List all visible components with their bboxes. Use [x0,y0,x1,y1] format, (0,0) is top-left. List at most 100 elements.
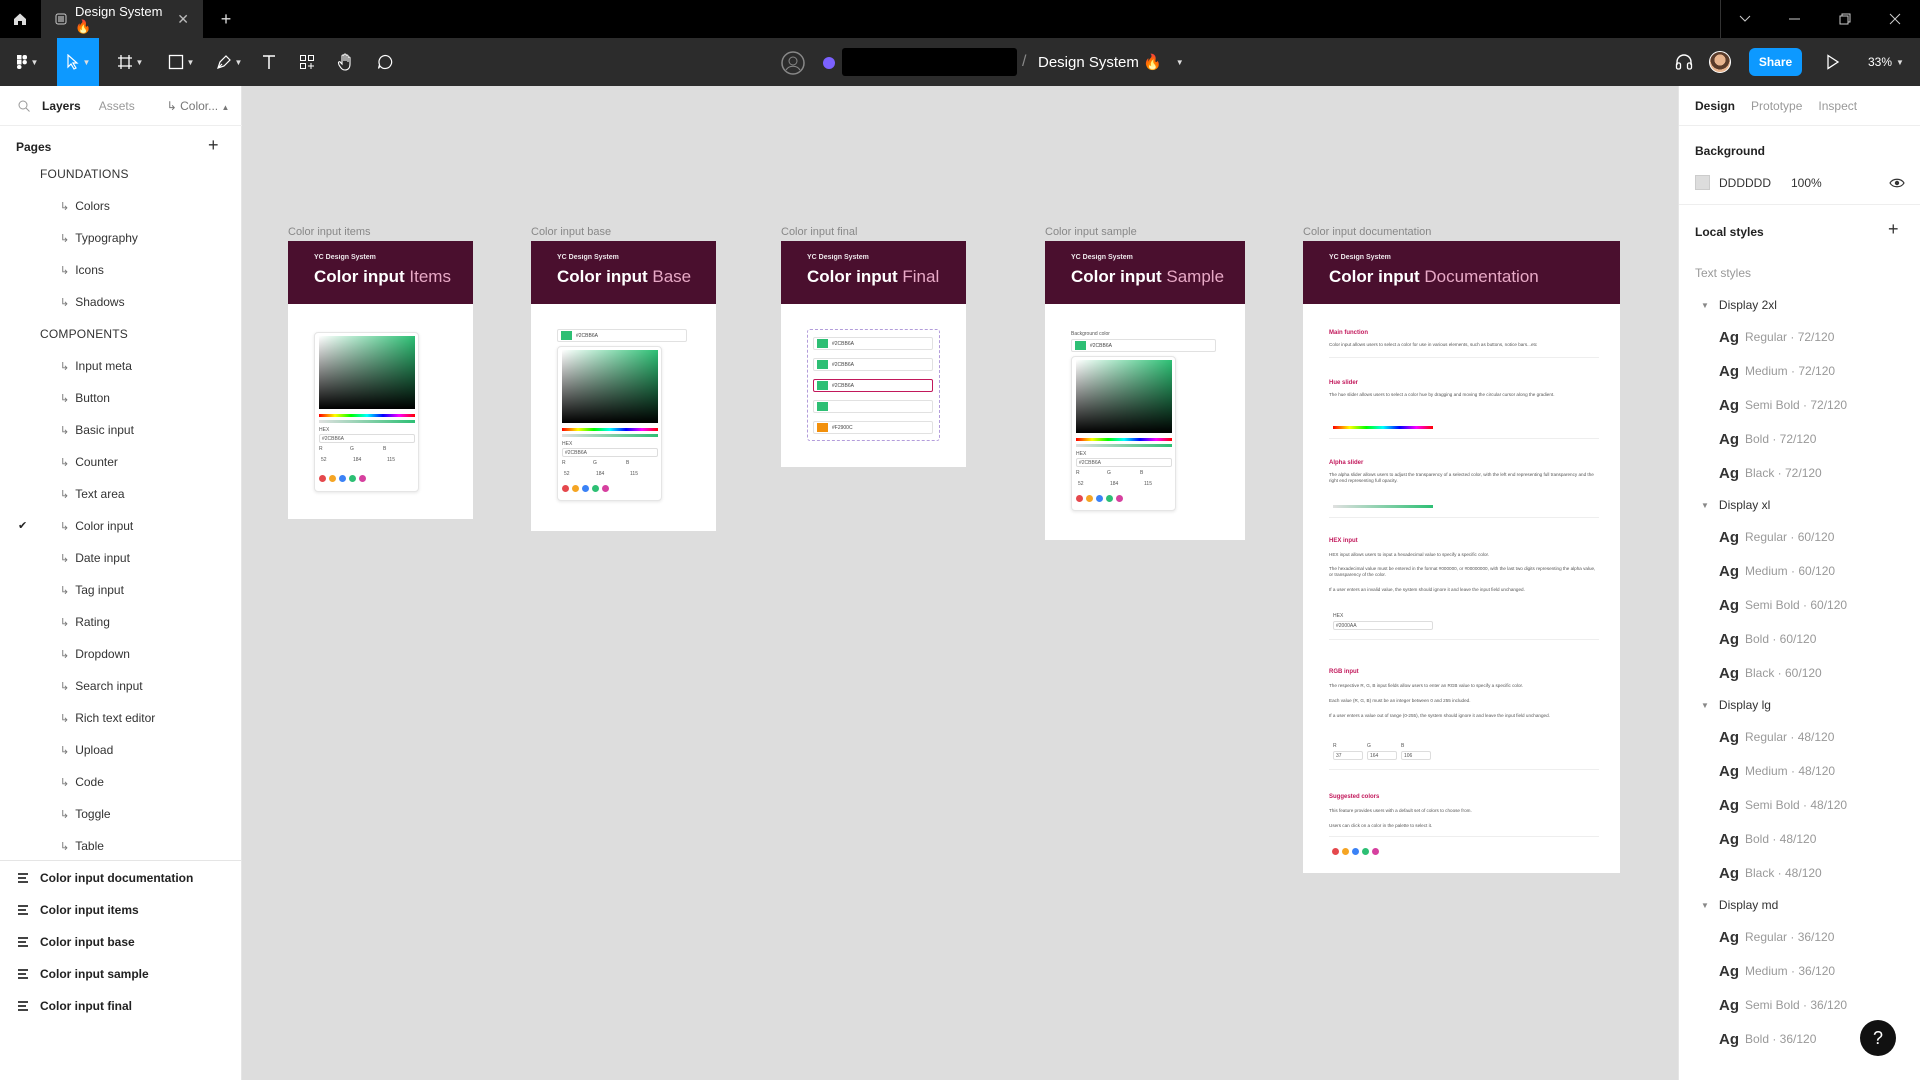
tab-assets[interactable]: Assets [99,99,135,113]
tab-layers[interactable]: Layers [42,99,81,113]
text-style-item[interactable]: Ag Regular · 48/120 [1679,720,1920,754]
play-icon[interactable] [1826,54,1840,70]
layer-row[interactable]: Color input base [0,926,242,958]
file-title: Design System 🔥 [1038,54,1162,71]
frame-color-input-sample[interactable]: YC Design System Color input Sample Back… [1045,241,1245,540]
tab-design[interactable]: Design [1695,99,1735,113]
text-style-item[interactable]: Ag Medium · 60/120 [1679,554,1920,588]
add-style-button[interactable]: + [1888,219,1899,240]
page-item[interactable]: ↳ Dropdown [0,638,242,670]
search-icon[interactable] [18,100,30,112]
text-style-item[interactable]: Ag Medium · 72/120 [1679,354,1920,388]
page-section-header[interactable]: FOUNDATIONS [0,158,242,190]
layer-row[interactable]: Color input items [0,894,242,926]
style-group[interactable]: ▼ Display lg [1679,690,1920,720]
hand-tool-button[interactable] [328,38,362,86]
background-hex[interactable]: DDDDDD [1719,176,1771,190]
pen-tool-button[interactable]: ▼ [208,38,250,86]
resources-tool-button[interactable] [290,38,324,86]
background-swatch[interactable] [1695,175,1710,190]
text-style-item[interactable]: Ag Regular · 72/120 [1679,320,1920,354]
page-section-header[interactable]: COMPONENTS [0,318,242,350]
canvas[interactable]: Color input items YC Design System Color… [242,86,1678,1080]
team-icon[interactable] [823,57,835,69]
page-item[interactable]: ↳ Upload [0,734,242,766]
frame-label[interactable]: Color input sample [1045,226,1137,238]
text-style-item[interactable]: Ag Bold · 72/120 [1679,422,1920,456]
page-item[interactable]: ↳ Search input [0,670,242,702]
frame-color-input-documentation[interactable]: YC Design System Color input Documentati… [1303,241,1620,873]
main-menu-button[interactable]: ▼ [8,38,46,86]
new-tab-button[interactable]: + [214,0,238,38]
text-style-item[interactable]: Ag Bold · 60/120 [1679,622,1920,656]
page-item[interactable]: ↳ Text area [0,478,242,510]
text-tool-button[interactable] [252,38,286,86]
page-item[interactable]: ↳ Basic input [0,414,242,446]
tab-prototype[interactable]: Prototype [1751,99,1802,113]
frame-tool-button[interactable]: ▼ [109,38,151,86]
page-item[interactable]: ↳ Color input [0,510,242,542]
page-item[interactable]: ↳ Toggle [0,798,242,830]
text-style-item[interactable]: Ag Regular · 60/120 [1679,520,1920,554]
eye-icon[interactable] [1889,177,1905,189]
shape-tool-button[interactable]: ▼ [160,38,202,86]
layer-row[interactable]: Color input final [0,990,242,1022]
page-selector[interactable]: ↳ Color... ▲ [167,99,230,113]
share-button[interactable]: Share [1749,48,1802,76]
text-style-item[interactable]: Ag Semi Bold · 36/120 [1679,988,1920,1022]
avatar[interactable] [1709,51,1731,73]
frame-label[interactable]: Color input items [288,226,371,238]
tab-inspect[interactable]: Inspect [1818,99,1857,113]
page-item[interactable]: ↳ Colors [0,190,242,222]
help-button[interactable]: ? [1860,1020,1896,1056]
text-style-item[interactable]: Ag Medium · 48/120 [1679,754,1920,788]
frame-color-input-final[interactable]: YC Design System Color input Final #2CBB… [781,241,966,467]
style-group[interactable]: ▼ Display md [1679,890,1920,920]
frame-label[interactable]: Color input base [531,226,611,238]
file-tab[interactable]: Design System 🔥 ✕ [41,0,203,38]
text-style-item[interactable]: Ag Regular · 36/120 [1679,920,1920,954]
page-item[interactable]: ↳ Date input [0,542,242,574]
page-item[interactable]: ↳ Input meta [0,350,242,382]
restore-icon[interactable] [1820,0,1870,38]
text-style-item[interactable]: Ag Black · 60/120 [1679,656,1920,690]
page-item[interactable]: ↳ Code [0,766,242,798]
style-group[interactable]: ▼ Display xl [1679,490,1920,520]
frame-label[interactable]: Color input documentation [1303,226,1431,238]
file-title-menu[interactable]: Design System 🔥 ▼ [1038,38,1184,86]
page-item[interactable]: ↳ Icons [0,254,242,286]
page-item[interactable]: ↳ Button [0,382,242,414]
user-circle-icon[interactable] [781,51,805,75]
layer-row[interactable]: Color input sample [0,958,242,990]
comment-tool-button[interactable] [368,38,402,86]
text-style-item[interactable]: Ag Black · 72/120 [1679,456,1920,490]
chevron-down-icon[interactable] [1720,0,1770,38]
text-style-item[interactable]: Ag Black · 48/120 [1679,856,1920,890]
add-page-button[interactable]: + [208,135,219,156]
style-group[interactable]: ▼ Display 2xl [1679,290,1920,320]
page-item[interactable]: ↳ Counter [0,446,242,478]
text-style-item[interactable]: Ag Semi Bold · 72/120 [1679,388,1920,422]
background-opacity[interactable]: 100% [1791,176,1822,190]
home-icon[interactable] [0,0,40,38]
minimize-icon[interactable] [1770,0,1820,38]
frame-label[interactable]: Color input final [781,226,857,238]
zoom-menu[interactable]: 33% ▼ [1868,38,1904,86]
page-item[interactable]: ↳ Rich text editor [0,702,242,734]
page-item[interactable]: ↳ Shadows [0,286,242,318]
page-item[interactable]: ↳ Table [0,830,242,862]
close-tab-icon[interactable]: ✕ [177,11,189,28]
page-item[interactable]: ↳ Tag input [0,574,242,606]
layer-row[interactable]: Color input documentation [0,862,242,894]
text-style-item[interactable]: Ag Medium · 36/120 [1679,954,1920,988]
frame-color-input-base[interactable]: YC Design System Color input Base #2CBB6… [531,241,716,531]
headphones-icon[interactable] [1675,53,1693,71]
page-item[interactable]: ↳ Typography [0,222,242,254]
text-style-item[interactable]: Ag Semi Bold · 60/120 [1679,588,1920,622]
close-window-icon[interactable] [1870,0,1920,38]
move-tool-button[interactable]: ▼ [57,38,99,86]
page-item[interactable]: ↳ Rating [0,606,242,638]
frame-color-input-items[interactable]: YC Design System Color input Items HEX #… [288,241,473,519]
text-style-item[interactable]: Ag Bold · 48/120 [1679,822,1920,856]
text-style-item[interactable]: Ag Semi Bold · 48/120 [1679,788,1920,822]
